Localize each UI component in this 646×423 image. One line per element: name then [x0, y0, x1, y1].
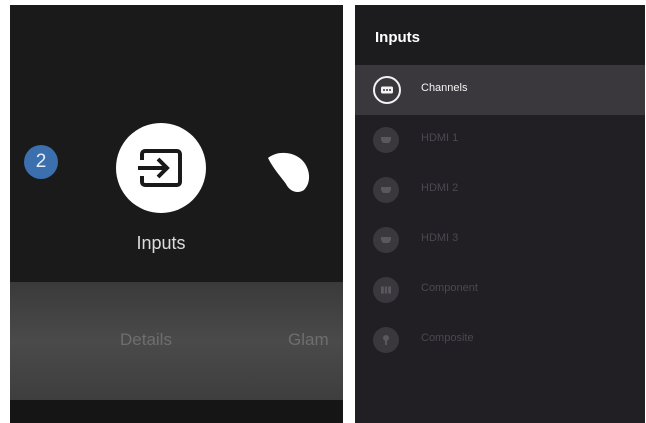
inputs-menu-panel: Inputs Channels HDMI 1 HDMI 2 HDMI 3 Com… [355, 5, 645, 423]
input-source-icon [136, 149, 182, 187]
menu-item-label: HDMI 3 [421, 232, 459, 244]
notification-badge[interactable]: 2 [24, 145, 58, 179]
inputs-app-button[interactable] [116, 123, 206, 213]
menu-item-hdmi-2[interactable]: HDMI 2 [355, 165, 645, 215]
menu-item-hdmi-1[interactable]: HDMI 1 [355, 115, 645, 165]
menu-item-label: Component [421, 282, 478, 294]
menu-item-label: Channels [421, 82, 468, 94]
hdmi-icon [373, 227, 399, 253]
component-icon [373, 277, 399, 303]
hdmi-icon [373, 177, 399, 203]
glam-menu-item[interactable]: Glam [288, 330, 329, 350]
details-menu-item[interactable]: Details [120, 330, 172, 350]
inputs-menu-header: Inputs [355, 5, 645, 65]
home-screen-panel: 2 Inputs Details Glam [10, 5, 343, 423]
menu-item-label: HDMI 1 [421, 132, 459, 144]
inputs-menu-title: Inputs [375, 29, 420, 46]
tv-tuner-icon [373, 76, 401, 104]
favorites-heart-icon[interactable] [264, 148, 314, 196]
bottom-strip [10, 400, 343, 423]
composite-icon [373, 327, 399, 353]
inputs-app-label: Inputs [136, 233, 186, 253]
menu-item-label: Composite [421, 332, 474, 344]
hdmi-icon [373, 127, 399, 153]
menu-item-label: HDMI 2 [421, 182, 459, 194]
menu-item-composite[interactable]: Composite [355, 315, 645, 365]
menu-item-component[interactable]: Component [355, 265, 645, 315]
menu-item-hdmi-3[interactable]: HDMI 3 [355, 215, 645, 265]
menu-item-channels[interactable]: Channels [355, 65, 645, 115]
